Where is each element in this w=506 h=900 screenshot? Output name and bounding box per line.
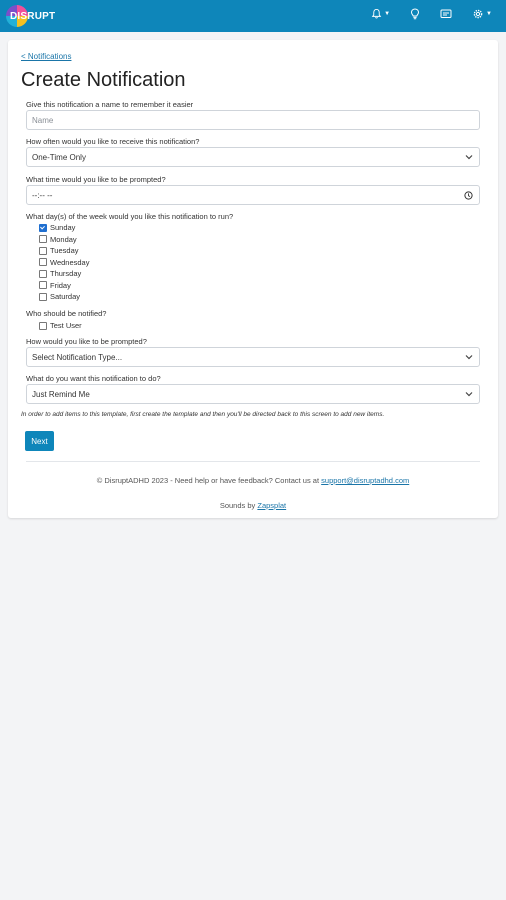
day-option-sunday[interactable]: Sunday [39, 223, 75, 232]
support-email-link[interactable]: support@disruptadhd.com [321, 476, 409, 485]
chevron-down-icon: ▼ [486, 11, 492, 17]
lightbulb-icon [411, 8, 420, 20]
notifications-menu[interactable]: ▼ [371, 8, 390, 20]
gear-icon [473, 9, 483, 19]
frequency-select[interactable]: One-Time Only [26, 147, 480, 167]
time-input[interactable]: --:-- -- [26, 185, 480, 205]
frequency-label: How often would you like to receive this… [26, 137, 200, 146]
page-title: Create Notification [21, 69, 186, 91]
day-option-thursday[interactable]: Thursday [39, 269, 81, 278]
day-option-saturday[interactable]: Saturday [39, 292, 80, 301]
chevron-down-icon [465, 392, 473, 397]
notify-label: Who should be notified? [26, 309, 107, 318]
display-button[interactable] [440, 9, 452, 20]
day-option-friday[interactable]: Friday [39, 281, 71, 290]
brand-logo[interactable]: DISRUPT [6, 4, 55, 28]
logo-text: DISRUPT [10, 10, 56, 22]
checkbox[interactable] [39, 235, 47, 243]
checkbox[interactable] [39, 246, 47, 255]
checkbox[interactable] [39, 258, 47, 266]
name-input[interactable] [26, 110, 480, 130]
checkbox[interactable] [39, 321, 47, 330]
days-label: What day(s) of the week would you like t… [26, 212, 234, 221]
form-card: < Notifications Create Notification Give… [8, 40, 498, 518]
action-select[interactable]: Just Remind Me [26, 384, 480, 404]
divider [26, 461, 480, 462]
footer-contact: © DisruptADHD 2023 - Need help or have f… [8, 476, 498, 485]
next-button[interactable]: Next [25, 431, 54, 451]
template-note: In order to add items to this template, … [21, 411, 385, 418]
chevron-down-icon [465, 155, 473, 160]
zapsplat-link[interactable]: Zapsplat [257, 501, 286, 510]
name-label: Give this notification a name to remembe… [26, 100, 194, 109]
day-option-tuesday[interactable]: Tuesday [39, 246, 79, 255]
tips-button[interactable] [410, 8, 420, 20]
chevron-down-icon [465, 355, 473, 360]
frequency-value: One-Time Only [32, 152, 86, 162]
clock-icon[interactable] [464, 191, 473, 200]
sounds-prefix: Sounds by [219, 501, 256, 510]
checkbox[interactable] [39, 281, 47, 289]
action-value: Just Remind Me [32, 389, 90, 399]
time-value: --:-- -- [32, 190, 53, 200]
checkbox[interactable] [39, 223, 47, 232]
monitor-icon [440, 9, 452, 18]
top-navbar: DISRUPT ▼ ▼ [0, 0, 506, 32]
time-label: What time would you like to be prompted? [26, 175, 166, 184]
checkbox[interactable] [39, 292, 47, 301]
notify-option-test-user[interactable]: Test User [39, 321, 82, 330]
back-to-notifications-link[interactable]: < Notifications [21, 52, 71, 61]
footer-sounds: Sounds by Zapsplat [8, 501, 498, 510]
bell-icon [371, 8, 382, 19]
day-option-monday[interactable]: Monday [39, 235, 77, 244]
day-option-wednesday[interactable]: Wednesday [39, 258, 89, 267]
notification-type-value: Select Notification Type... [32, 352, 123, 362]
type-label: How would you like to be prompted? [26, 337, 147, 346]
footer-copyright: © DisruptADHD 2023 - Need help or have f… [96, 476, 320, 485]
notification-type-select[interactable]: Select Notification Type... [26, 347, 480, 367]
action-label: What do you want this notification to do… [26, 374, 161, 383]
checkbox[interactable] [39, 269, 47, 278]
settings-menu[interactable]: ▼ [472, 8, 492, 20]
chevron-down-icon: ▼ [384, 11, 391, 17]
